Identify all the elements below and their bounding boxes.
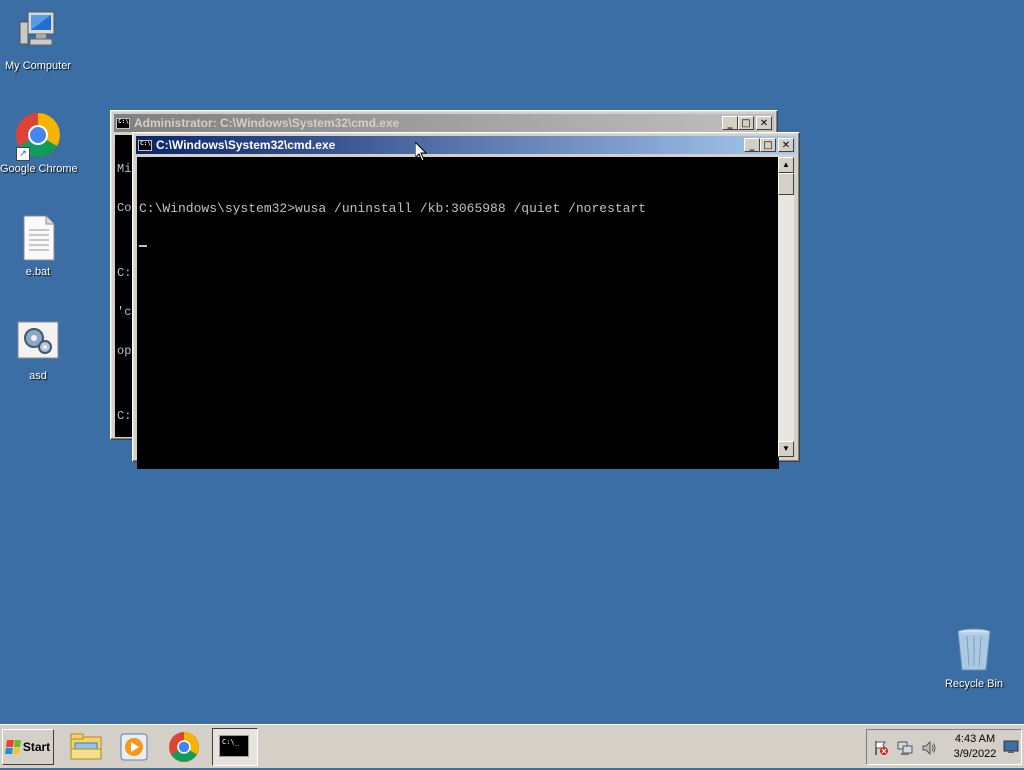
start-button[interactable]: Start bbox=[2, 729, 54, 765]
close-button[interactable]: ✕ bbox=[756, 116, 772, 130]
console-area[interactable]: C:\Windows\system32>wusa /uninstall /kb:… bbox=[137, 157, 779, 469]
recycle-bin-icon bbox=[950, 626, 998, 674]
desktop-icon-label: Recycle Bin bbox=[944, 678, 1004, 690]
shortcut-arrow-icon: ↗ bbox=[16, 147, 30, 161]
cmd-icon: C:\ bbox=[116, 117, 130, 129]
desktop-icon-asd[interactable]: asd bbox=[0, 318, 76, 382]
window-title: C:\Windows\System32\cmd.exe bbox=[156, 138, 336, 152]
maximize-button[interactable]: □ bbox=[760, 138, 776, 152]
quicklaunch-chrome[interactable] bbox=[166, 729, 206, 765]
desktop-icon-e-bat[interactable]: e.bat bbox=[0, 214, 76, 278]
cmd-icon: C:\_ bbox=[219, 735, 249, 757]
scroll-down-button[interactable]: ▼ bbox=[778, 441, 794, 457]
close-button[interactable]: ✕ bbox=[778, 138, 794, 152]
scroll-up-button[interactable]: ▲ bbox=[778, 157, 794, 173]
text-cursor bbox=[139, 245, 147, 247]
desktop-icon-google-chrome[interactable]: ↗ Google Chrome bbox=[0, 111, 78, 175]
quicklaunch-media-player[interactable] bbox=[116, 729, 156, 765]
clock-date: 3/9/2022 bbox=[953, 748, 997, 760]
admin-cmd-titlebar[interactable]: C:\ Administrator: C:\Windows\System32\c… bbox=[114, 114, 774, 132]
minimize-button[interactable]: _ bbox=[722, 116, 738, 130]
quicklaunch-explorer[interactable] bbox=[68, 729, 108, 765]
media-player-icon bbox=[120, 733, 148, 761]
explorer-icon bbox=[70, 733, 102, 760]
taskbar: Start C:\_ 4:43 AM 3/9/2022 bbox=[0, 724, 1024, 768]
minimize-button[interactable]: _ bbox=[744, 138, 760, 152]
clock-time: 4:43 AM bbox=[954, 733, 996, 745]
mouse-cursor-icon bbox=[415, 142, 427, 162]
desktop-icon-label: e.bat bbox=[25, 266, 51, 278]
desktop-icon-label: Google Chrome bbox=[0, 163, 78, 175]
maximize-button[interactable]: □ bbox=[738, 116, 754, 130]
computer-icon bbox=[14, 8, 62, 56]
console-command-line: C:\Windows\system32>wusa /uninstall /kb:… bbox=[139, 201, 647, 216]
vertical-scrollbar[interactable]: ▲ ▼ bbox=[778, 157, 794, 457]
windows-logo-icon bbox=[4, 740, 21, 754]
cmd-window[interactable]: C:\ C:\Windows\System32\cmd.exe _ □ ✕ C:… bbox=[132, 132, 800, 469]
volume-icon[interactable] bbox=[921, 740, 937, 756]
start-label: Start bbox=[22, 740, 51, 754]
desktop-icon-my-computer[interactable]: My Computer bbox=[0, 8, 76, 72]
batch-file-icon bbox=[14, 214, 62, 262]
cmd-icon: C:\ bbox=[138, 139, 152, 151]
show-desktop-icon[interactable] bbox=[1003, 740, 1019, 754]
chrome-icon bbox=[169, 732, 199, 762]
desktop-icon-label: My Computer bbox=[4, 60, 72, 72]
clock[interactable]: 4:43 AM 3/9/2022 bbox=[945, 732, 1005, 762]
chrome-icon: ↗ bbox=[14, 111, 62, 161]
system-tray: 4:43 AM 3/9/2022 bbox=[866, 729, 1022, 765]
desktop-icon-label: asd bbox=[29, 370, 47, 382]
gear-file-icon bbox=[14, 318, 62, 366]
action-center-flag-icon[interactable] bbox=[873, 740, 889, 756]
scroll-thumb[interactable] bbox=[778, 173, 794, 195]
desktop-icon-recycle-bin[interactable]: Recycle Bin bbox=[936, 626, 1012, 690]
network-icon[interactable] bbox=[897, 740, 913, 756]
window-title: Administrator: C:\Windows\System32\cmd.e… bbox=[134, 116, 400, 130]
taskbar-cmd-button[interactable]: C:\_ bbox=[212, 728, 258, 766]
cmd-titlebar[interactable]: C:\ C:\Windows\System32\cmd.exe _ □ ✕ bbox=[136, 136, 796, 154]
